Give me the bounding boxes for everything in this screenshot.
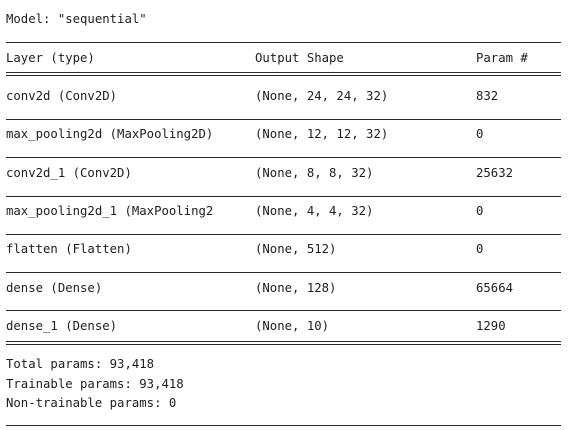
row-separator (6, 310, 561, 311)
layer-output-shape: (None, 8, 8, 32) (255, 166, 374, 180)
layer-params: 25632 (476, 166, 514, 180)
table-row: conv2d (Conv2D) (None, 24, 24, 32) 832 (6, 89, 566, 103)
layer-name: max_pooling2d (MaxPooling2D) (6, 127, 214, 141)
layer-output-shape: (None, 4, 4, 32) (255, 204, 374, 218)
layer-output-shape: (None, 512) (255, 242, 337, 256)
row-separator (6, 157, 561, 158)
layer-params: 832 (476, 89, 499, 103)
table-row: dense (Dense) (None, 128) 65664 (6, 281, 566, 295)
table-row: dense_1 (Dense) (None, 10) 1290 (6, 319, 566, 333)
row-separator (6, 196, 561, 197)
model-title: Model: "sequential" (6, 12, 147, 26)
layer-name: dense (Dense) (6, 281, 103, 295)
table-row: max_pooling2d_1 (MaxPooling2 (None, 4, 4… (6, 204, 566, 218)
header-row: Layer (type) Output Shape Param # (6, 51, 566, 65)
layer-params: 0 (476, 204, 484, 218)
table-row: flatten (Flatten) (None, 512) 0 (6, 242, 566, 256)
trainable-params: Trainable params: 93,418 (6, 377, 184, 391)
layer-params: 65664 (476, 281, 514, 295)
layer-name: conv2d_1 (Conv2D) (6, 166, 132, 180)
layer-output-shape: (None, 10) (255, 319, 330, 333)
layer-output-shape: (None, 128) (255, 281, 337, 295)
header-double-rule (6, 72, 561, 76)
header-output-shape: Output Shape (255, 51, 344, 65)
layer-params: 1290 (476, 319, 506, 333)
layer-params: 0 (476, 127, 484, 141)
total-params: Total params: 93,418 (6, 357, 155, 371)
top-rule (6, 42, 561, 43)
table-row: max_pooling2d (MaxPooling2D) (None, 12, … (6, 127, 566, 141)
bottom-rule (6, 425, 561, 426)
row-separator (6, 234, 561, 235)
layer-name: flatten (Flatten) (6, 242, 132, 256)
layer-name: dense_1 (Dense) (6, 319, 118, 333)
layer-output-shape: (None, 12, 12, 32) (255, 127, 389, 141)
layer-params: 0 (476, 242, 484, 256)
header-layer: Layer (type) (6, 51, 95, 65)
non-trainable-params: Non-trainable params: 0 (6, 396, 177, 410)
footer-double-rule (6, 341, 561, 345)
row-separator (6, 119, 561, 120)
layer-name: max_pooling2d_1 (MaxPooling2 (6, 204, 214, 218)
layer-name: conv2d (Conv2D) (6, 89, 118, 103)
header-params: Param # (476, 51, 528, 65)
table-row: conv2d_1 (Conv2D) (None, 8, 8, 32) 25632 (6, 166, 566, 180)
layer-output-shape: (None, 24, 24, 32) (255, 89, 389, 103)
row-separator (6, 272, 561, 273)
